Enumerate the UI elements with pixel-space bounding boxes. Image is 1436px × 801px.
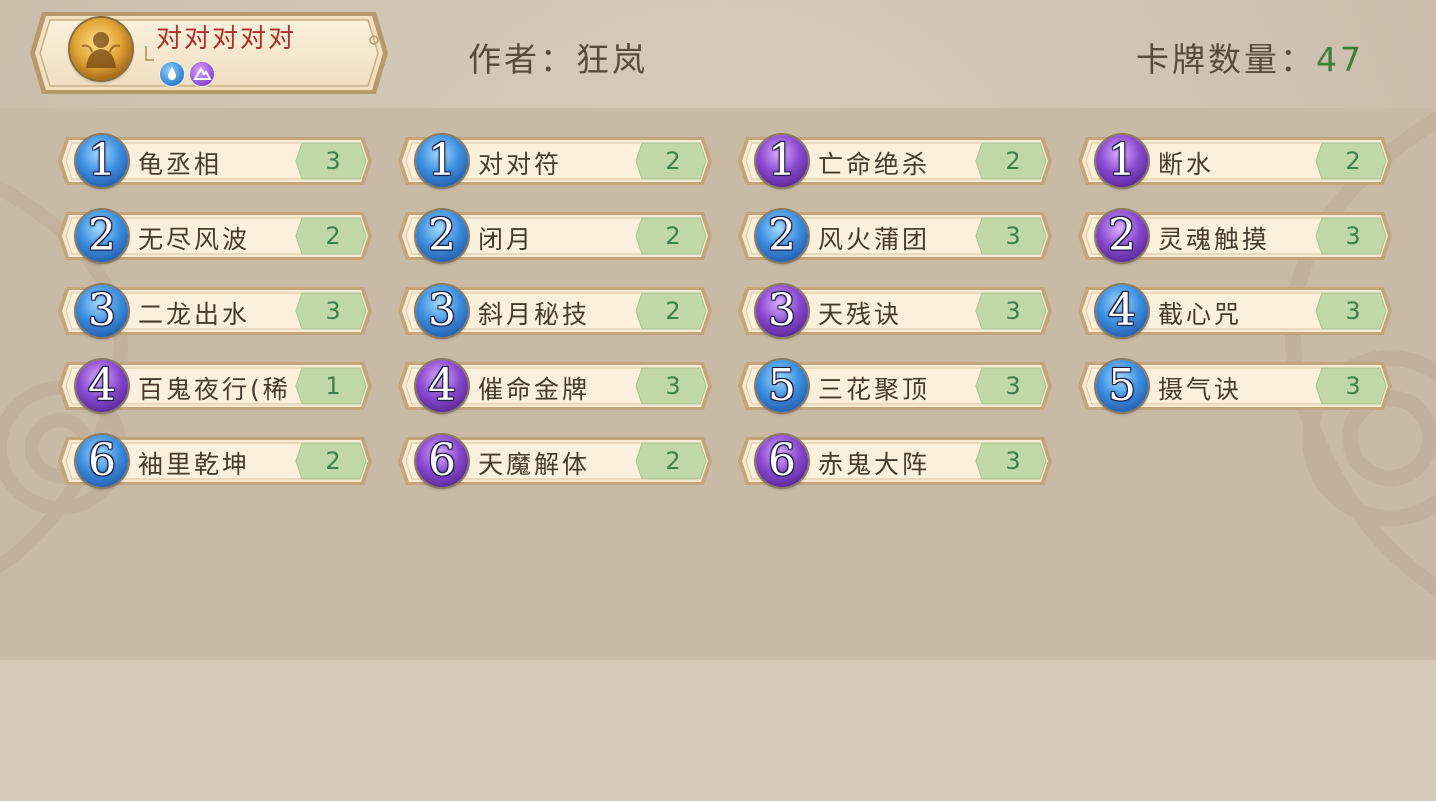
card-name: 对对符 [478,150,563,179]
card-quantity-badge: 3 [1005,222,1021,250]
deck-name: 对对对对对 [156,24,297,54]
card-quantity-badge: 2 [665,297,681,325]
card-quantity-badge: 2 [665,147,681,175]
card-tile[interactable]: 5 三花聚顶 3 [736,360,1054,412]
hero-avatar [70,18,132,80]
card-tile[interactable]: 4 百鬼夜行(稀 1 [56,360,374,412]
card-count: 卡牌数量：47 [1136,33,1364,81]
card-name: 天残诀 [818,300,903,329]
card-tile[interactable]: 6 天魔解体 2 [396,435,714,487]
card-quantity-badge: 3 [325,297,341,325]
card-cost-gem: 2 [1096,210,1148,262]
card-tile[interactable]: 6 赤鬼大阵 3 [736,435,1054,487]
card-name: 灵魂触摸 [1158,225,1271,254]
card-tile[interactable]: 1 亡命绝杀 2 [736,135,1054,187]
card-name: 断水 [1158,150,1215,179]
card-tile[interactable]: 2 风火蒲团 3 [736,210,1054,262]
card-cost-gem: 1 [76,135,128,187]
water-drop-icon [160,62,184,86]
card-quantity-badge: 3 [1005,297,1021,325]
card-tile[interactable]: 3 斜月秘技 2 [396,285,714,337]
card-tile[interactable]: 3 天残诀 3 [736,285,1054,337]
card-cost-gem: 4 [76,360,128,412]
element-icons [160,62,214,86]
card-cost-gem: 1 [1096,135,1148,187]
card-quantity-badge: 2 [325,222,341,250]
card-tile[interactable]: 1 对对符 2 [396,135,714,187]
card-name: 闭月 [478,225,535,254]
card-cost-gem: 2 [416,210,468,262]
card-name: 无尽风波 [138,225,251,254]
card-quantity-badge: 3 [1345,297,1361,325]
card-tile[interactable]: 4 截心咒 3 [1076,285,1394,337]
card-quantity-badge: 3 [1345,222,1361,250]
card-name: 截心咒 [1158,300,1243,329]
card-name: 赤鬼大阵 [818,450,931,479]
card-name: 亡命绝杀 [818,150,931,179]
hero-silhouette-icon [81,32,121,68]
deck-detail-screen: 对对对对对 作者：狂岚 卡牌数量：47 1 龟丞相 3 1 对对符 2 1 亡命… [0,0,1436,801]
card-quantity-badge: 3 [665,372,681,400]
bottom-blank-area [0,660,1436,801]
card-quantity-badge: 1 [325,372,341,400]
card-cost-gem: 4 [416,360,468,412]
card-cost-gem: 4 [1096,285,1148,337]
card-cost-gem: 3 [756,285,808,337]
card-name: 二龙出水 [138,300,251,329]
author-label: 作者：狂岚 [468,40,648,79]
card-tile[interactable]: 5 摄气诀 3 [1076,360,1394,412]
card-cost-gem: 2 [76,210,128,262]
card-cost-gem: 5 [756,360,808,412]
card-quantity-badge: 3 [1005,447,1021,475]
card-tile[interactable]: 2 灵魂触摸 3 [1076,210,1394,262]
card-quantity-badge: 2 [1005,147,1021,175]
card-tile[interactable]: 1 断水 2 [1076,135,1394,187]
card-name: 三花聚顶 [818,375,931,404]
card-tile[interactable]: 3 二龙出水 3 [56,285,374,337]
card-cost-gem: 6 [756,435,808,487]
card-name: 龟丞相 [138,150,223,179]
card-name: 催命金牌 [478,375,591,404]
card-name: 百鬼夜行(稀 [138,375,291,404]
card-quantity-badge: 2 [665,447,681,475]
card-tile[interactable]: 2 闭月 2 [396,210,714,262]
card-tile[interactable]: 6 袖里乾坤 2 [56,435,374,487]
card-tile[interactable]: 1 龟丞相 3 [56,135,374,187]
card-count-label: 卡牌数量： [1136,40,1316,79]
card-cost-gem: 3 [76,285,128,337]
mountain-icon [190,62,214,86]
card-name: 斜月秘技 [478,300,591,329]
card-cost-gem: 2 [756,210,808,262]
card-name: 风火蒲团 [818,225,931,254]
card-cost-gem: 6 [76,435,128,487]
card-quantity-badge: 2 [1345,147,1361,175]
card-tile[interactable]: 2 无尽风波 2 [56,210,374,262]
card-name: 袖里乾坤 [138,450,251,479]
card-name: 天魔解体 [478,450,591,479]
card-count-value: 47 [1316,40,1364,79]
card-cost-gem: 1 [756,135,808,187]
card-quantity-badge: 2 [325,447,341,475]
card-quantity-badge: 3 [325,147,341,175]
card-list: 1 龟丞相 3 1 对对符 2 1 亡命绝杀 2 1 断水 2 2 无尽风波 2 2 闭月 2 2 风火蒲团 3 2 灵魂触… [56,135,1396,495]
card-cost-gem: 5 [1096,360,1148,412]
card-tile[interactable]: 4 催命金牌 3 [396,360,714,412]
card-cost-gem: 1 [416,135,468,187]
card-name: 摄气诀 [1158,375,1243,404]
card-quantity-badge: 3 [1005,372,1021,400]
card-cost-gem: 3 [416,285,468,337]
card-quantity-badge: 3 [1345,372,1361,400]
card-cost-gem: 6 [416,435,468,487]
deck-title-plate[interactable]: 对对对对对 [28,10,390,96]
card-quantity-badge: 2 [665,222,681,250]
